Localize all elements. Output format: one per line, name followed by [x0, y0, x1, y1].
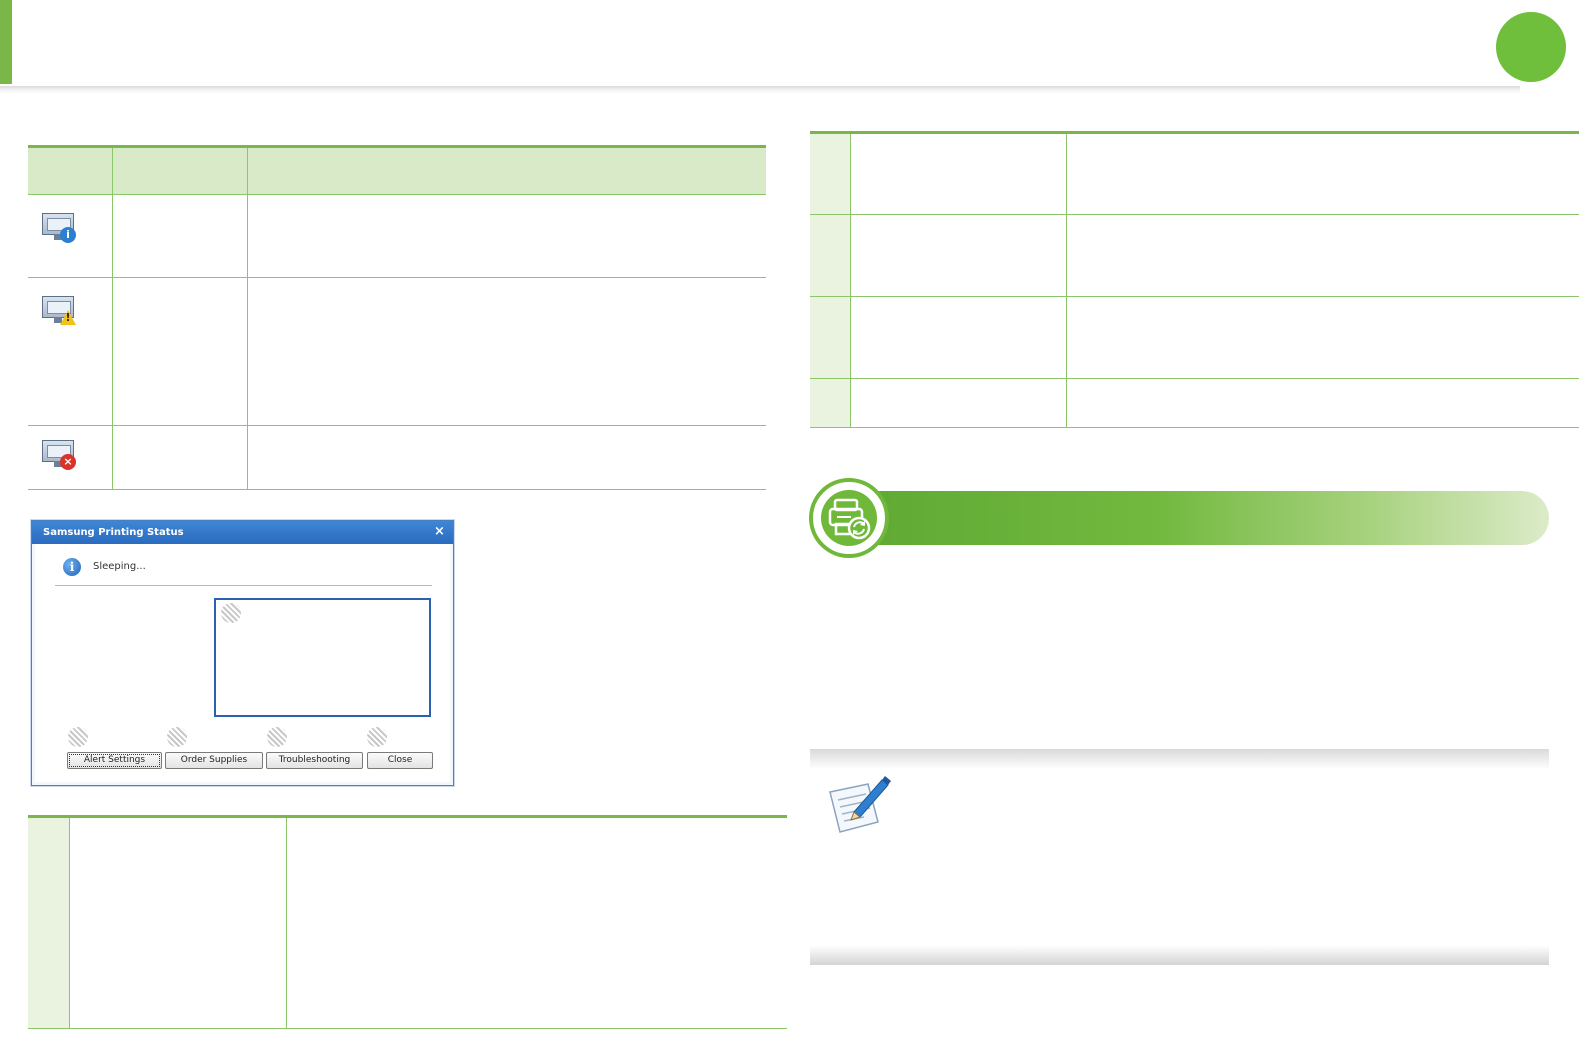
- dialog-body: i Sleeping... Alert Settings Order Suppl…: [35, 544, 450, 782]
- table-cell: [810, 214, 851, 297]
- section-banner: [838, 491, 1549, 545]
- table-row: [810, 214, 1579, 297]
- close-button[interactable]: Close: [367, 752, 433, 769]
- table-header-cell: [28, 146, 113, 195]
- table-cell: [1066, 214, 1579, 297]
- table-cell: [810, 132, 851, 215]
- table-cell: [850, 132, 1067, 215]
- callout-marker: [221, 603, 241, 623]
- alert-settings-button[interactable]: Alert Settings: [67, 752, 162, 769]
- table-cell: ×: [28, 425, 113, 490]
- dialog-titlebar: Samsung Printing Status ×: [32, 521, 453, 544]
- table-cell: [1066, 378, 1579, 428]
- table-cell: [112, 194, 248, 278]
- close-icon[interactable]: ×: [434, 524, 445, 539]
- table-cell: [28, 816, 70, 1029]
- dialog-title: Samsung Printing Status: [43, 527, 184, 538]
- note-box-bottom-border: [810, 945, 1549, 965]
- table-row: [810, 378, 1579, 428]
- callout-marker: [167, 727, 187, 747]
- table-cell: [112, 277, 248, 426]
- callout-marker: [267, 727, 287, 747]
- printer-refresh-icon: [821, 490, 877, 546]
- note-box-top-border: [810, 749, 1549, 769]
- printing-status-dialog: Samsung Printing Status × i Sleeping... …: [31, 520, 454, 786]
- table-row: ×: [28, 425, 766, 490]
- printer-image-panel: [214, 598, 431, 717]
- order-supplies-button[interactable]: Order Supplies: [165, 752, 263, 769]
- header-accent-bar: [0, 0, 12, 84]
- monitor-error-icon: ×: [40, 436, 80, 472]
- table-row: [810, 132, 1579, 215]
- table-cell: [286, 816, 787, 1029]
- callout-marker: [68, 727, 88, 747]
- table-cell: [247, 194, 766, 278]
- table-header-cell: [247, 146, 766, 195]
- table-cell: [810, 378, 851, 428]
- table-row: !: [28, 277, 766, 426]
- table-cell: [1066, 132, 1579, 215]
- table-row: i: [28, 194, 766, 278]
- header-divider: [0, 86, 1520, 94]
- section-icon-badge: [809, 478, 889, 558]
- monitor-info-icon: i: [40, 209, 80, 245]
- note-pencil-icon: [824, 772, 892, 838]
- page-marker: [1496, 12, 1566, 82]
- table-row: [28, 816, 787, 1029]
- table-cell: [850, 214, 1067, 297]
- status-icon-table: i ! ×: [28, 145, 766, 490]
- table-cell: [850, 378, 1067, 428]
- callout-table-left: [28, 815, 787, 1029]
- table-cell: [850, 296, 1067, 379]
- table-row: [810, 296, 1579, 379]
- troubleshooting-button[interactable]: Troubleshooting: [266, 752, 363, 769]
- callout-marker: [367, 727, 387, 747]
- table-cell: [69, 816, 287, 1029]
- table-header-cell: [112, 146, 248, 195]
- table-cell: [247, 277, 766, 426]
- table-cell: [112, 425, 248, 490]
- status-message: Sleeping...: [93, 561, 146, 572]
- table-cell: [1066, 296, 1579, 379]
- table-cell: i: [28, 194, 113, 278]
- table-cell: !: [28, 277, 113, 426]
- dialog-divider: [55, 585, 432, 586]
- table-cell: [810, 296, 851, 379]
- table-cell: [247, 425, 766, 490]
- monitor-warning-icon: !: [40, 292, 80, 328]
- callout-table-right: [810, 131, 1579, 428]
- info-icon: i: [63, 558, 81, 576]
